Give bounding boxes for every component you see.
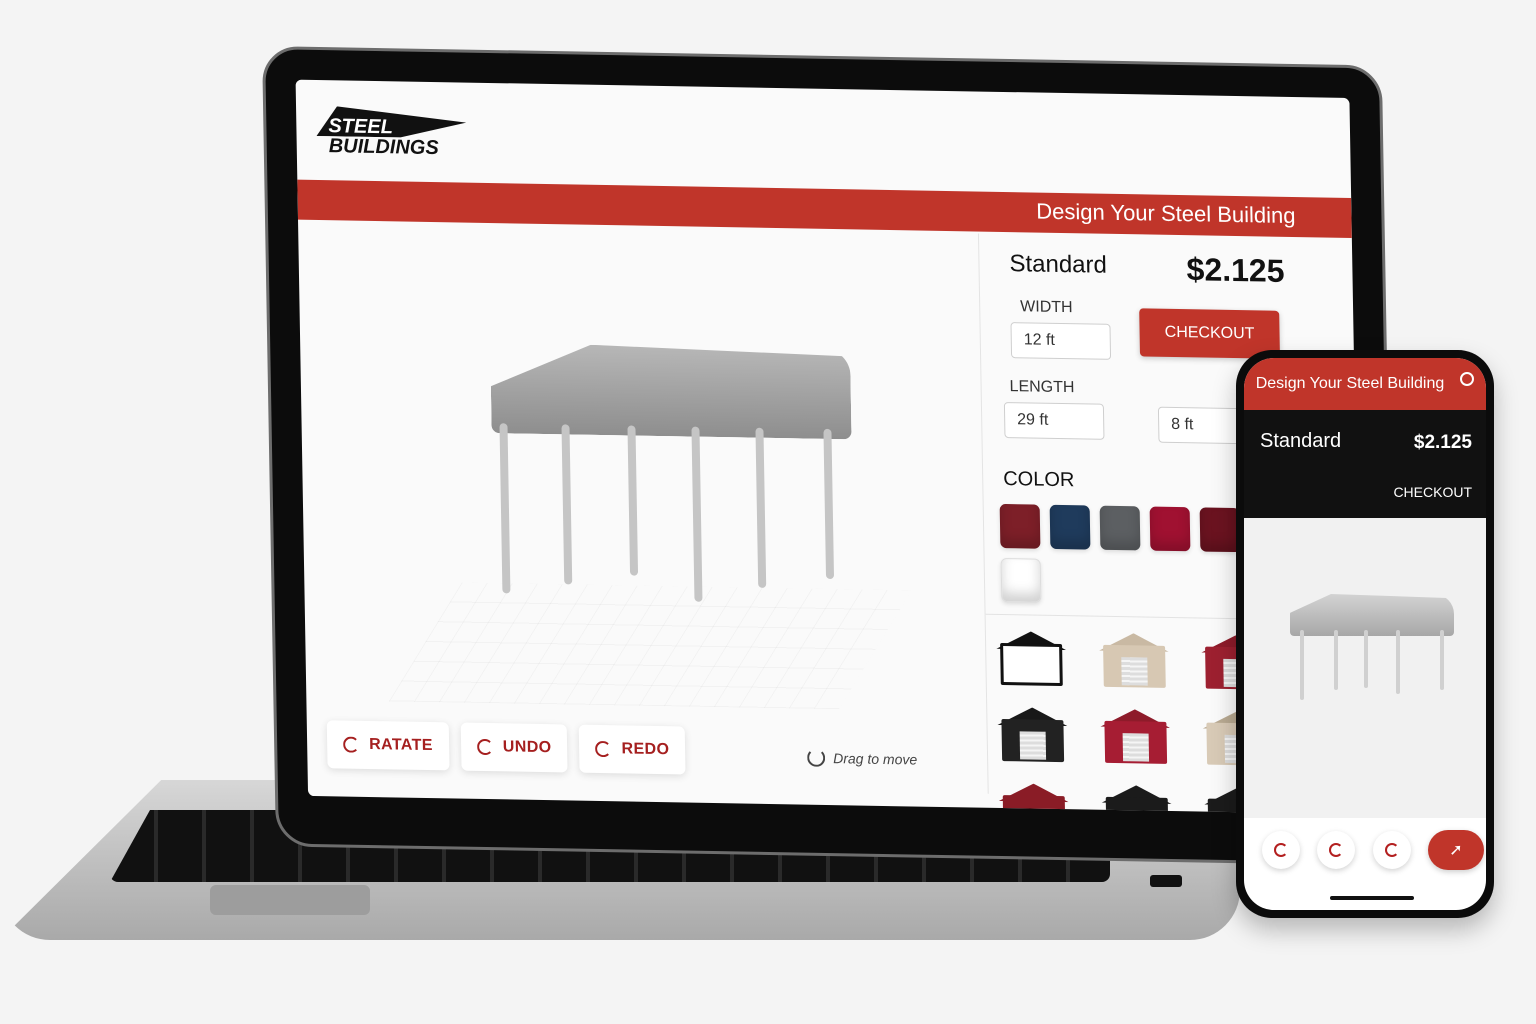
steel-buildings-logo[interactable]: STEEL BUILDINGS [316,98,477,171]
undo-button[interactable]: UNDO [460,722,568,773]
location-icon[interactable] [1460,372,1474,386]
phone-carport-model[interactable] [1286,594,1456,704]
phone: Design Your Steel Building Standard $2.1… [1236,350,1494,918]
undo-icon [1329,843,1344,857]
rotate-icon [1274,843,1288,857]
drag-hint: Drag to move [807,748,918,769]
rotate-label: RATATE [368,735,434,755]
phone-screen: Design Your Steel Building Standard $2.1… [1244,358,1486,910]
thumbnail-door [1120,657,1148,686]
color-title: COLOR [1003,468,1075,492]
phone-carport-post [1300,630,1304,700]
carport-model[interactable] [450,342,865,619]
logo-line2: BUILDINGS [328,135,439,160]
phone-redo-button[interactable] [1372,831,1411,869]
thumbnail-body [1002,795,1066,815]
phone-3d-viewport[interactable] [1244,518,1486,818]
phone-header: Design Your Steel Building [1244,358,1486,410]
color-swatch[interactable] [999,503,1041,549]
undo-label: UNDO [502,738,552,757]
3d-viewport[interactable]: RATATE UNDO REDO Drag to move [298,220,968,792]
redo-button[interactable]: REDO [579,724,686,775]
phone-carport-post [1396,630,1400,694]
carport-post [755,427,767,588]
phone-undo-button[interactable] [1317,831,1356,869]
color-swatch[interactable] [1099,505,1141,551]
phone-price: $2.125 [1413,432,1472,453]
undo-icon [476,738,494,756]
color-swatch[interactable] [1199,507,1241,553]
tier-label: Standard [1009,250,1108,279]
thumbnail-door [1019,731,1047,760]
logo-text: STEEL BUILDINGS [328,115,439,160]
phone-carport-post [1440,630,1444,690]
carport-post [499,423,511,594]
laptop-port [1150,875,1182,887]
phone-controls: ➚ [1262,830,1484,870]
thumbnail-body [1000,642,1063,687]
drag-hint-text: Drag to move [833,750,918,768]
carport-post [691,426,703,602]
laptop-lid: STEEL BUILDINGS Design Your Steel Buildi… [262,46,1396,866]
phone-checkout-button[interactable]: CHECKOUT [1393,484,1472,500]
price: $2.125 [1186,251,1285,289]
width-input[interactable]: 12 ft [1010,322,1112,360]
building-thumbnail[interactable] [1088,629,1184,695]
length-label: LENGTH [1009,378,1075,397]
phone-title: Design Your Steel Building [1255,375,1445,392]
phone-carport-post [1334,630,1338,690]
phone-summary: Standard $2.125 CHECKOUT [1244,410,1486,518]
building-thumbnail[interactable] [1091,781,1187,815]
home-indicator [1330,896,1414,900]
redo-icon [595,740,612,758]
building-thumbnail[interactable] [988,779,1084,815]
carport-post [561,424,573,585]
color-swatch[interactable] [1000,557,1042,603]
thumbnail-body [1105,796,1169,815]
color-swatch[interactable] [1149,506,1191,552]
viewport-controls: RATATE UNDO REDO [326,720,686,775]
thumbnail-door [1122,733,1149,762]
building-thumbnail[interactable] [986,627,1082,693]
building-thumbnail[interactable] [987,703,1083,769]
width-label: WIDTH [1020,298,1073,317]
phone-tier: Standard [1260,430,1342,452]
phone-carport-roof [1290,594,1454,636]
phone-rotate-button[interactable] [1262,831,1300,869]
drag-icon [807,748,826,767]
page-title: Design Your Steel Building [1036,198,1296,229]
rotate-button[interactable]: RATATE [326,720,450,771]
redo-icon [1384,843,1399,857]
color-swatch[interactable] [1049,504,1091,550]
building-thumbnail[interactable] [1090,705,1186,771]
phone-action-button[interactable]: ➚ [1427,830,1484,870]
phone-carport-post [1364,630,1368,688]
arrow-icon: ➚ [1449,842,1463,859]
laptop-trackpad [210,885,370,915]
length-input[interactable]: 29 ft [1003,402,1105,440]
carport-post [823,428,835,580]
rotate-icon [343,736,360,753]
carport-roof [490,343,852,439]
laptop-screen: STEEL BUILDINGS Design Your Steel Buildi… [295,79,1362,815]
redo-label: REDO [621,740,670,759]
carport-post [627,425,639,576]
